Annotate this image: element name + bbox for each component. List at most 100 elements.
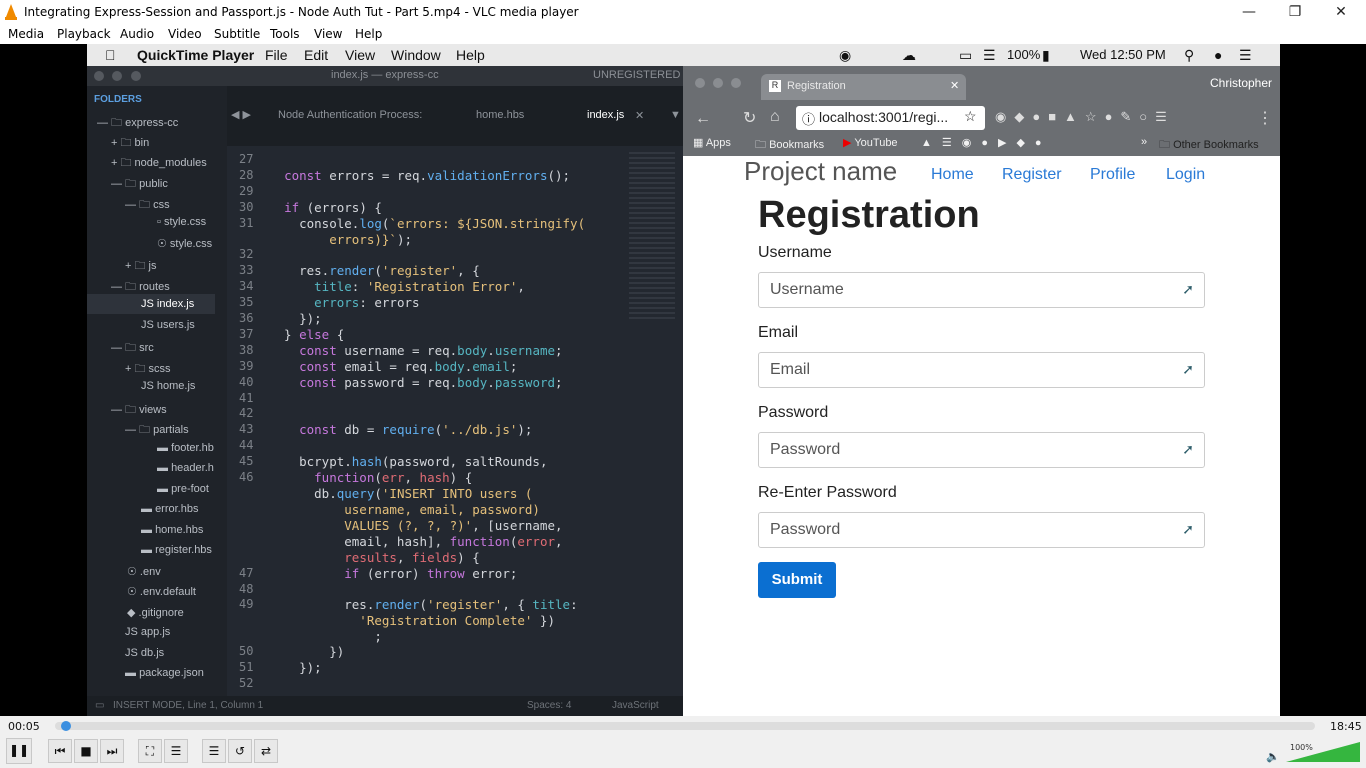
star-icon[interactable]: ☆ xyxy=(964,108,977,125)
tab-close-icon[interactable]: ✕ xyxy=(950,79,959,92)
tree-item[interactable]: ☉ style.css xyxy=(157,237,212,250)
nav-login[interactable]: Login xyxy=(1166,166,1205,184)
tree-item[interactable]: ☉ .env.default xyxy=(127,585,196,598)
tree-item[interactable]: — 🗀 css xyxy=(125,196,170,215)
seek-bar[interactable] xyxy=(55,721,1315,731)
status-spaces[interactable]: Spaces: 4 xyxy=(527,700,571,711)
tree-item[interactable]: JS app.js xyxy=(125,626,170,638)
email-field[interactable]: Email ➚ xyxy=(758,352,1205,388)
tree-item[interactable]: JS home.js xyxy=(141,380,195,392)
bookmark-other[interactable]: 🗀 Other Bookmarks xyxy=(1159,136,1259,155)
username-field[interactable]: Username ➚ xyxy=(758,272,1205,308)
submit-button[interactable]: Submit xyxy=(758,562,836,598)
menu-video[interactable]: Video xyxy=(168,27,202,41)
tree-item[interactable]: — 🗀 src xyxy=(111,339,154,358)
loop-button[interactable]: ↺ xyxy=(228,739,252,763)
tree-item[interactable]: — 🗀 routes xyxy=(111,278,170,297)
tree-item[interactable]: ▫ style.css xyxy=(157,216,206,228)
browser-tab[interactable]: R Registration ✕ xyxy=(761,74,966,100)
tree-item[interactable]: ▬ header.h xyxy=(157,462,214,474)
menu-playback[interactable]: Playback xyxy=(57,27,111,41)
menu-media[interactable]: Media xyxy=(8,27,44,41)
tree-item[interactable]: ▬ register.hbs xyxy=(141,544,212,556)
tree-item[interactable]: ▬ error.hbs xyxy=(141,503,198,515)
volume-slider[interactable]: 100% xyxy=(1286,742,1360,762)
password-field[interactable]: Password ➚ xyxy=(758,432,1205,468)
autofill-key-icon: ➚ xyxy=(1182,281,1194,297)
tree-item[interactable]: — 🗀 partials xyxy=(125,421,189,440)
bookmark-youtube[interactable]: ▶ YouTube xyxy=(843,136,898,149)
tab-close-icon[interactable]: ✕ xyxy=(635,109,644,122)
code-line: if (error) throw error; xyxy=(344,566,518,581)
nav-home[interactable]: Home xyxy=(931,166,974,184)
close-button[interactable]: ✕ xyxy=(1318,2,1364,22)
line-number: 46 xyxy=(239,470,254,484)
menu-help[interactable]: Help xyxy=(355,27,382,41)
next-button[interactable]: ⏭ xyxy=(100,739,124,763)
tree-item[interactable]: — 🗀 express-cc xyxy=(97,114,178,133)
more-menu-icon[interactable]: ⋮ xyxy=(1257,108,1273,128)
tree-item[interactable]: ◆ .gitignore xyxy=(127,606,184,619)
line-number: 44 xyxy=(239,438,254,452)
bookmark-apps[interactable]: ▦ Apps xyxy=(693,136,731,149)
minimap[interactable] xyxy=(629,152,675,322)
tree-item[interactable]: ▬ pre-foot xyxy=(157,483,209,495)
bookmark-icons[interactable]: ▲☰◉●▶◆● xyxy=(921,136,1052,149)
code-view[interactable]: const errors = req.validationErrors(); i… xyxy=(269,152,629,692)
tab-dropdown-icon[interactable]: ▼ xyxy=(670,109,681,121)
password-confirm-field[interactable]: Password ➚ xyxy=(758,512,1205,548)
tree-item[interactable]: ▬ home.hbs xyxy=(141,524,203,536)
bookmark-folder[interactable]: 🗀 Bookmarks xyxy=(755,136,824,155)
vlc-cone-icon xyxy=(5,4,17,20)
fullscreen-button[interactable]: ⛶ xyxy=(138,739,162,763)
profile-name[interactable]: Christopher xyxy=(1210,76,1272,90)
tab-home-hbs[interactable]: home.hbs xyxy=(476,109,524,121)
tree-item[interactable]: + 🗀 bin xyxy=(111,134,149,153)
code-line: } else { xyxy=(269,327,345,342)
line-number: 36 xyxy=(239,311,254,325)
nav-profile[interactable]: Profile xyxy=(1090,166,1135,184)
pause-button[interactable]: ❚❚ xyxy=(6,738,32,764)
window-minimize-dot xyxy=(112,71,122,81)
tree-item[interactable]: ☉ .env xyxy=(127,565,161,578)
extension-icons[interactable]: ◉◆●■▲☆●✎○☰ xyxy=(995,109,1175,125)
tree-item[interactable]: + 🗀 scss xyxy=(125,360,171,379)
editor-tab-bar: ◀ ▶ Node Authentication Process: home.hb… xyxy=(227,86,683,146)
autofill-key-icon: ➚ xyxy=(1182,361,1194,377)
tree-item[interactable]: JS users.js xyxy=(141,319,195,331)
extended-settings-button[interactable]: ☰ xyxy=(164,739,188,763)
restore-button[interactable]: ❐ xyxy=(1272,2,1318,22)
minimize-button[interactable]: — xyxy=(1226,2,1272,22)
tree-item[interactable]: + 🗀 node_modules xyxy=(111,154,207,173)
seek-handle[interactable] xyxy=(61,721,72,731)
address-bar[interactable]: ⓘ localhost:3001/regi... ☆ xyxy=(796,106,985,130)
shuffle-button[interactable]: ⇄ xyxy=(254,739,278,763)
stop-button[interactable]: ■ xyxy=(74,739,98,763)
status-language[interactable]: JavaScript xyxy=(612,700,659,711)
menu-subtitle[interactable]: Subtitle xyxy=(214,27,260,41)
menu-view[interactable]: View xyxy=(314,27,342,41)
playlist-button[interactable]: ☰ xyxy=(202,739,226,763)
tree-item[interactable]: + 🗀 js xyxy=(125,257,157,276)
nav-register[interactable]: Register xyxy=(1002,166,1062,184)
menu-audio[interactable]: Audio xyxy=(120,27,154,41)
tree-item[interactable]: ▬ package.json xyxy=(125,667,204,679)
bookmark-chevron-icon[interactable]: » xyxy=(1141,136,1147,148)
home-icon[interactable]: ⌂ xyxy=(770,108,780,126)
reload-icon[interactable]: ↻ xyxy=(743,108,756,128)
line-number: 31 xyxy=(239,216,254,230)
tree-item[interactable]: JS index.js xyxy=(141,298,194,310)
back-icon[interactable]: ← xyxy=(695,110,711,128)
tab-node-auth[interactable]: Node Authentication Process: xyxy=(278,109,422,121)
password-label: Password xyxy=(758,404,829,421)
tree-item[interactable]: JS db.js xyxy=(125,647,164,659)
menu-tools[interactable]: Tools xyxy=(270,27,300,41)
navbar-brand[interactable]: Project name xyxy=(744,156,897,187)
previous-button[interactable]: ⏮ xyxy=(48,739,72,763)
tab-back-icon[interactable]: ◀ ▶ xyxy=(231,108,251,121)
tree-item[interactable]: — 🗀 public xyxy=(111,175,168,194)
tree-item[interactable]: ▬ footer.hb xyxy=(157,442,214,454)
tree-item[interactable]: — 🗀 views xyxy=(111,401,167,420)
speaker-icon[interactable]: 🔈 xyxy=(1266,750,1280,763)
tab-index-js[interactable]: index.js xyxy=(587,109,624,121)
